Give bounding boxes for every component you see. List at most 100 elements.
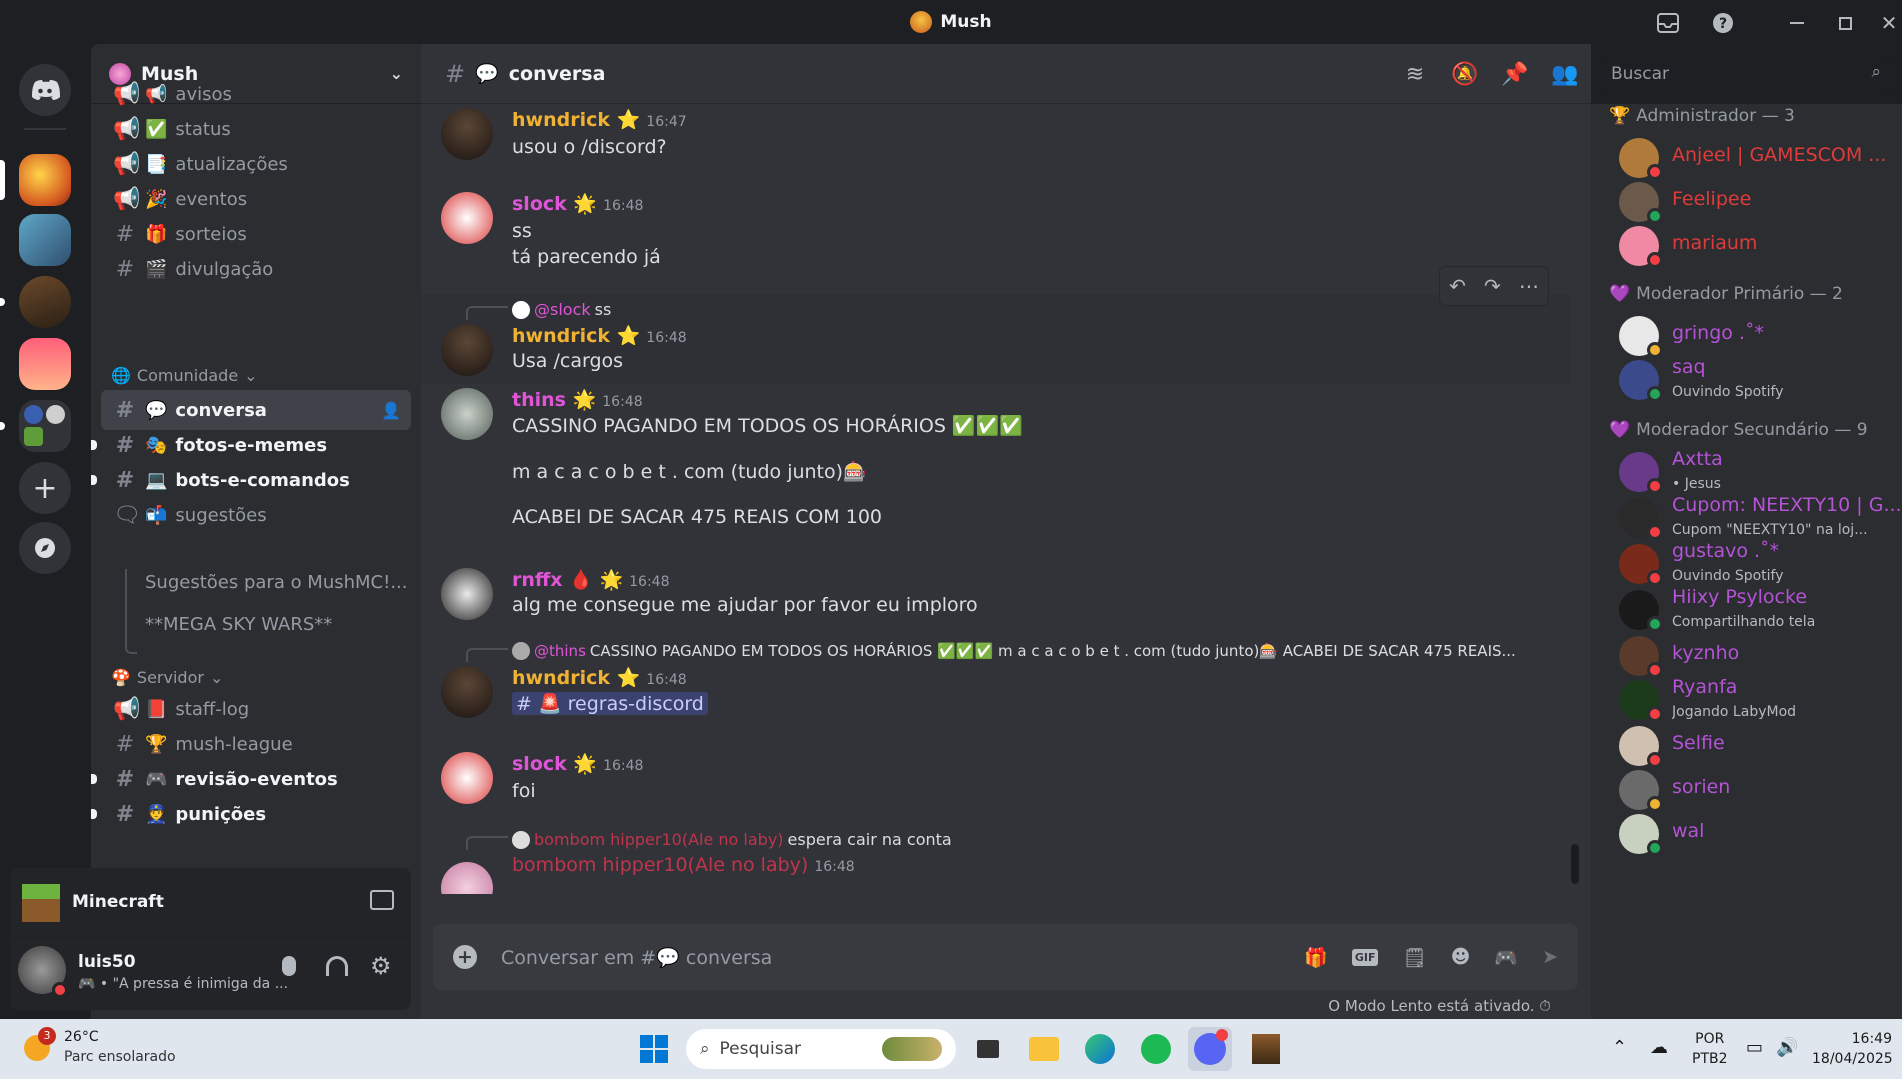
activity-row[interactable]: Minecraft (10, 868, 411, 938)
message-author[interactable]: hwndrick ⭐ 16:48 (512, 666, 687, 689)
message[interactable]: bombom hipper10(Ale no laby) espera cair… (421, 824, 1571, 894)
server-best-icon[interactable] (19, 338, 71, 390)
gift-icon[interactable]: 🎁 (1304, 946, 1328, 969)
message-author[interactable]: hwndrick ⭐ 16:48 (512, 324, 687, 347)
maximize-icon[interactable] (1832, 10, 1858, 36)
threads-icon[interactable]: ≋ (1401, 62, 1429, 90)
mic-icon[interactable] (282, 956, 296, 976)
search-input[interactable]: Buscar ⌕ (1601, 56, 1889, 94)
message[interactable]: slock 🌟 16:48 foi (421, 744, 1571, 804)
thread-item[interactable]: Sugestões para o MushMC!... (145, 572, 408, 593)
channel-item[interactable]: # 💻 bots-e-comandos (91, 460, 411, 500)
avatar[interactable] (441, 324, 493, 376)
volume-icon[interactable]: 🔊 (1776, 1037, 1798, 1058)
reply-preview[interactable]: @slock ss (512, 300, 611, 319)
channel-item[interactable]: # 🏆 mush-league (101, 724, 411, 764)
notification-bell-icon[interactable]: 🔕 (1451, 62, 1479, 90)
member-item[interactable]: Axtta • Jesus (1619, 448, 1899, 498)
server-sword-icon[interactable] (19, 214, 71, 266)
edge-icon[interactable] (1078, 1027, 1122, 1071)
avatar[interactable] (441, 666, 493, 718)
add-attachment-icon[interactable]: + (453, 945, 477, 969)
member-item[interactable]: Feelipee (1619, 178, 1899, 228)
apps-icon[interactable]: 🎮 (1494, 946, 1518, 969)
member-item[interactable]: Selfie (1619, 722, 1899, 772)
channel-item[interactable]: 📢 📢 avisos (101, 74, 411, 114)
sticker-icon[interactable]: 🗒 (1402, 946, 1426, 969)
task-view-icon[interactable] (966, 1027, 1010, 1071)
send-icon[interactable]: ➤ (1542, 946, 1558, 968)
avatar[interactable] (441, 568, 493, 620)
emoji-icon[interactable]: ☻ (1451, 946, 1471, 968)
member-item[interactable]: Hiixy Psylocke Compartilhando tela (1619, 586, 1899, 636)
taskbar-search[interactable]: ⌕ Pesquisar (686, 1029, 956, 1069)
member-item[interactable]: sorien (1619, 766, 1899, 816)
avatar[interactable] (441, 752, 493, 804)
channel-item[interactable]: 🗨 📬 sugestões (101, 495, 411, 535)
discord-home-icon[interactable] (19, 64, 71, 116)
channel-item[interactable]: 📢 🎉 eventos (101, 179, 411, 219)
member-item[interactable]: kyznho (1619, 632, 1899, 682)
message-author[interactable]: thins 🌟 16:48 (512, 388, 643, 411)
message-author[interactable]: slock 🌟 16:48 (512, 752, 643, 775)
weather-widget[interactable]: 3 26°C Parc ensolarado (20, 1027, 200, 1069)
channel-item[interactable]: 📢 ✅ status (101, 109, 411, 149)
minecraft-launcher-icon[interactable] (1244, 1027, 1288, 1071)
channel-mention[interactable]: # 🚨 regras-discord (512, 692, 708, 715)
member-item[interactable]: Ryanfa Jogando LabyMod (1619, 676, 1899, 726)
member-item[interactable]: gringo .˚* (1619, 312, 1899, 362)
scrollbar[interactable] (1571, 844, 1579, 884)
member-item[interactable]: wal (1619, 810, 1899, 860)
member-list-icon[interactable]: 👥 (1551, 62, 1579, 90)
language-indicator[interactable]: POR PTB2 (1692, 1029, 1728, 1069)
channel-item[interactable]: 📢 📕 staff-log (101, 689, 411, 729)
reply-preview[interactable]: @thins CASSINO PAGANDO EM TODOS OS HORÁR… (512, 642, 1516, 660)
category-comunidade[interactable]: 🌐 Comunidade ⌄ (111, 366, 258, 385)
member-item[interactable]: mariaum (1619, 222, 1899, 272)
network-cloud-icon[interactable]: ☁ (1650, 1037, 1668, 1058)
member-item[interactable]: Anjeel | GAMESCOM ... (1619, 134, 1899, 184)
avatar[interactable] (441, 192, 493, 244)
settings-gear-icon[interactable]: ⚙ (370, 952, 392, 980)
message[interactable]: rnffx 🩸 🌟 16:48 alg me consegue me ajudar… (421, 564, 1571, 624)
avatar[interactable] (441, 388, 493, 440)
invite-icon[interactable]: 👤 (381, 401, 401, 420)
avatar[interactable] (441, 108, 493, 160)
add-server-icon[interactable]: + (19, 462, 71, 514)
tray-chevron-icon[interactable]: ⌃ (1612, 1037, 1627, 1058)
message-author[interactable]: hwndrick ⭐ 16:47 (512, 108, 687, 131)
channel-item[interactable]: # 🎁 sorteios (101, 214, 411, 254)
message[interactable]: thins 🌟 16:48 CASSINO PAGANDO EM TODOS OS… (421, 388, 1571, 548)
member-item[interactable]: Cupom: NEEXTY10 | G... Cupom "NEEXTY10" n… (1619, 494, 1902, 544)
member-item[interactable]: saq Ouvindo Spotify (1619, 356, 1899, 406)
display-icon[interactable]: ▭ (1746, 1037, 1763, 1058)
message-author[interactable]: slock 🌟 16:48 (512, 192, 643, 215)
more-icon[interactable]: ⋯ (1519, 274, 1539, 298)
file-explorer-icon[interactable] (1022, 1027, 1066, 1071)
message-input[interactable]: Conversar em #💬 conversa (501, 946, 1280, 969)
gif-icon[interactable]: GIF (1351, 948, 1379, 966)
screen-share-icon[interactable] (370, 890, 394, 910)
message-author[interactable]: bombom hipper10(Ale no laby) 16:48 (512, 854, 855, 876)
pin-icon[interactable]: 📌 (1501, 62, 1529, 90)
inbox-icon[interactable] (1655, 10, 1681, 36)
avatar[interactable] (441, 862, 493, 894)
message[interactable]: @thins CASSINO PAGANDO EM TODOS OS HORÁR… (421, 636, 1571, 726)
forward-icon[interactable]: ↷ (1484, 274, 1501, 298)
reply-icon[interactable]: ↶ (1449, 274, 1466, 298)
headphones-icon[interactable] (326, 956, 348, 976)
discord-taskbar-icon[interactable] (1188, 1027, 1232, 1071)
server-resenha-icon[interactable] (19, 276, 71, 328)
clock[interactable]: 16:49 18/04/2025 (1812, 1029, 1893, 1069)
server-mush-icon[interactable] (19, 154, 71, 206)
reply-preview[interactable]: bombom hipper10(Ale no laby) espera cair… (512, 830, 952, 849)
spotify-icon[interactable] (1134, 1027, 1178, 1071)
message-hovered[interactable]: @slock ss hwndrick ⭐ 16:48 Usa /cargos (421, 294, 1571, 384)
discover-icon[interactable] (19, 522, 71, 574)
minimize-icon[interactable] (1784, 10, 1810, 36)
message[interactable]: slock 🌟 16:48 ss tá parecendo já (421, 184, 1571, 279)
member-item[interactable]: gustavo .˚* Ouvindo Spotify (1619, 540, 1899, 590)
thread-item[interactable]: **MEGA SKY WARS** (145, 614, 332, 635)
channel-item[interactable]: # 💬 conversa 👤 (101, 390, 411, 430)
close-icon[interactable]: ✕ (1876, 10, 1902, 36)
